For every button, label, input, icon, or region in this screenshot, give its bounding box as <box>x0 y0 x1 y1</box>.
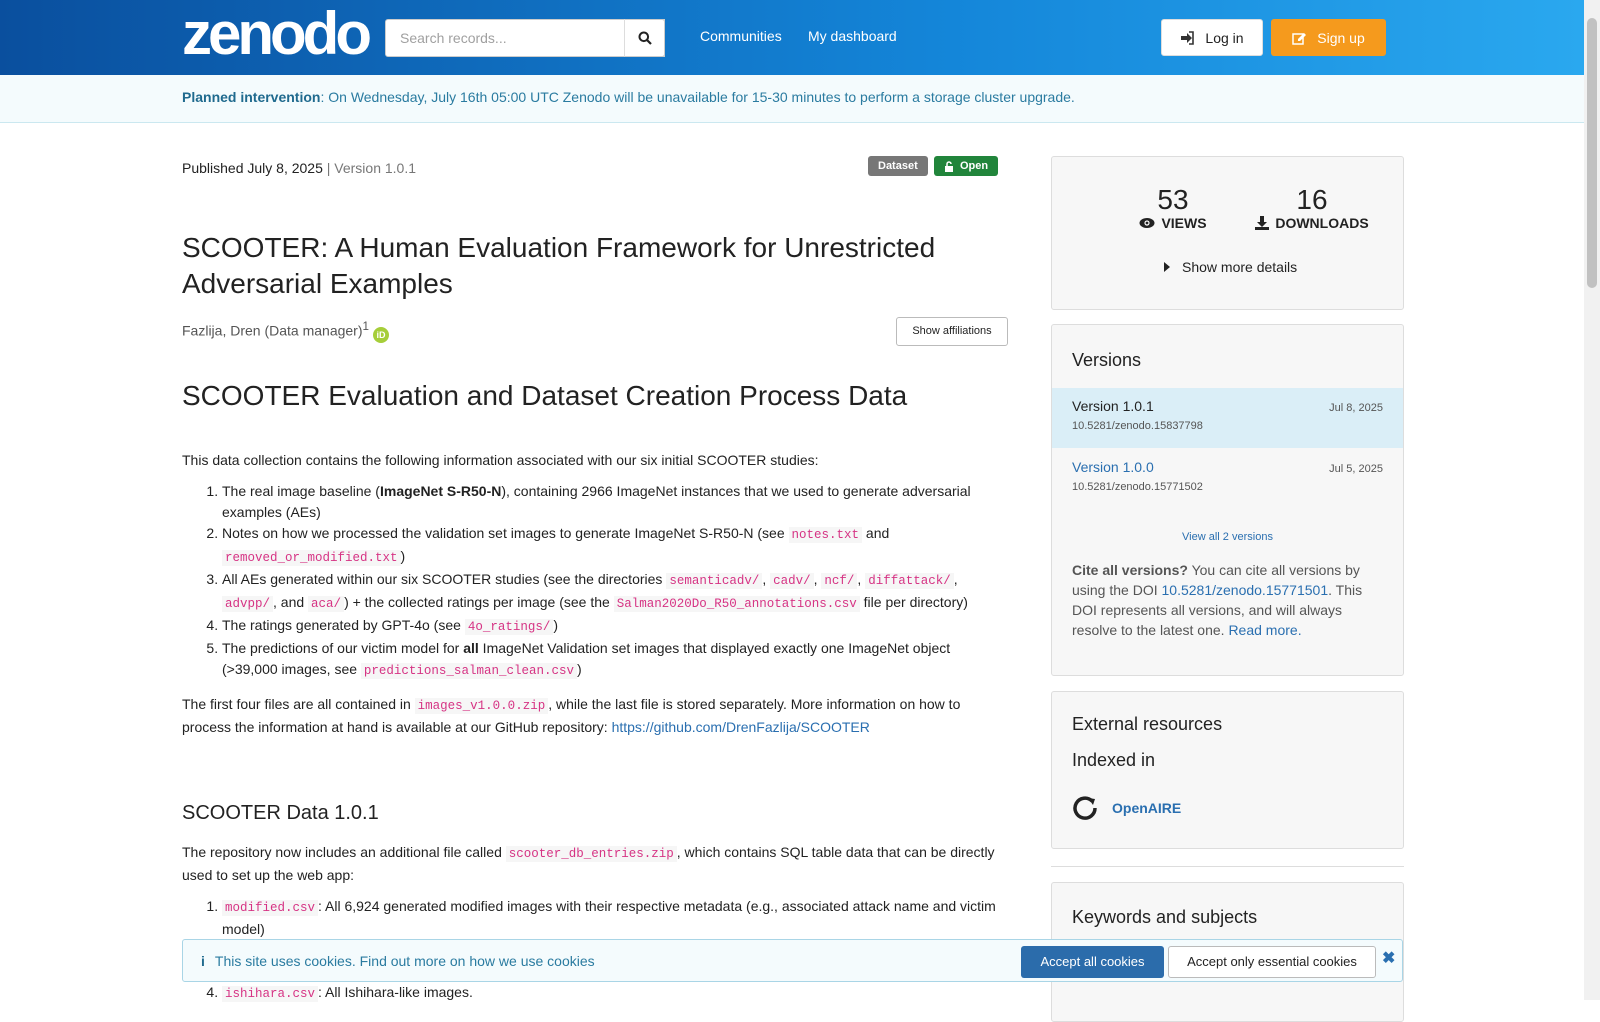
view-all-versions-link[interactable]: View all 2 versions <box>1052 531 1403 543</box>
info-icon: i <box>201 953 205 969</box>
list-item: Notes on how we processed the validation… <box>222 523 1007 569</box>
access-label: Open <box>960 160 989 172</box>
search-button[interactable] <box>624 19 665 57</box>
additional-file-paragraph: The repository now includes an additiona… <box>182 844 995 883</box>
list-item: All AEs generated within our six SCOOTER… <box>222 569 1007 615</box>
author[interactable]: Fazlija, Dren (Data manager)1 iD <box>182 320 389 343</box>
sidebar-divider <box>1051 866 1404 867</box>
unlock-icon <box>945 160 953 172</box>
cite-all-versions: Cite all versions? You can cite all vers… <box>1072 560 1387 640</box>
resource-type-badge[interactable]: Dataset <box>868 156 928 176</box>
list-item: ishihara.csv: All Ishihara-like images. <box>222 982 1007 1005</box>
sign-in-icon <box>1181 30 1195 45</box>
top-navbar: zenodo Search records... Communities My … <box>0 0 1584 75</box>
affiliation-number: 1 <box>362 320 369 333</box>
close-icon[interactable]: ✖ <box>1382 948 1395 968</box>
login-label: Log in <box>1205 29 1244 46</box>
scrollbar-thumb[interactable] <box>1587 18 1597 288</box>
github-link[interactable]: https://github.com/DrenFazlija/SCOOTER <box>612 719 870 735</box>
list-item: modified.csv: All 6,924 generated modifi… <box>222 896 1007 940</box>
description: This data collection contains the follow… <box>182 450 1007 738</box>
list-item: The predictions of our victim model for … <box>222 638 1007 682</box>
caret-right-icon <box>1164 262 1170 272</box>
version-doi: 10.5281/zenodo.15837798 <box>1072 420 1203 432</box>
accept-essential-cookies-button[interactable]: Accept only essential cookies <box>1168 946 1376 978</box>
zenodo-logo[interactable]: zenodo <box>182 4 372 64</box>
files-paragraph: The first four files are all contained i… <box>182 696 961 735</box>
login-button[interactable]: Log in <box>1161 19 1263 56</box>
downloads-count: 16 <box>1296 184 1328 215</box>
cookie-policy-link[interactable]: how we use cookies <box>469 953 594 969</box>
views-label: VIEWS <box>1161 215 1207 231</box>
search-icon <box>638 31 652 45</box>
cookie-banner: i This site uses cookies. Find out more o… <box>182 939 1403 982</box>
version-row-current[interactable]: Version 1.0.1 Jul 8, 2025 10.5281/zenodo… <box>1052 388 1403 448</box>
openaire-label: OpenAIRE <box>1112 800 1182 816</box>
cite-bold: Cite all versions? <box>1072 562 1188 578</box>
show-more-details[interactable]: Show more details <box>1164 259 1297 275</box>
subheading: SCOOTER Data 1.0.1 <box>182 802 379 824</box>
edit-icon <box>1292 32 1307 45</box>
read-more-link[interactable]: Read more. <box>1228 622 1301 638</box>
show-affiliations-button[interactable]: Show affiliations <box>896 317 1008 346</box>
banner-text: : On Wednesday, July 16th 05:00 UTC Zeno… <box>320 89 1075 105</box>
concept-doi-link[interactable]: 10.5281/zenodo.15771501 <box>1162 582 1329 598</box>
maintenance-banner: Planned intervention: On Wednesday, July… <box>0 75 1584 123</box>
downloads-label-row: DOWNLOADS <box>1242 215 1382 231</box>
cookie-text: i This site uses cookies. Find out more o… <box>201 953 595 969</box>
external-resources-title: External resources <box>1072 714 1223 734</box>
published-date: Published July 8, 2025 <box>182 160 323 176</box>
openaire-icon <box>1073 796 1097 820</box>
cookie-message: This site uses cookies. Find out more on <box>214 953 470 969</box>
banner-bold: Planned intervention <box>182 89 321 105</box>
downloads-stat: 16 DOWNLOADS <box>1242 185 1382 231</box>
version-label: | Version 1.0.1 <box>326 160 417 176</box>
eye-icon <box>1139 218 1155 228</box>
downloads-label: DOWNLOADS <box>1275 215 1369 231</box>
list-item: The real image baseline (ImageNet S-R50-… <box>222 481 1007 523</box>
version-doi: 10.5281/zenodo.15771502 <box>1072 481 1203 493</box>
version-date: Jul 8, 2025 <box>1329 402 1383 414</box>
description-part-2: The repository now includes an additiona… <box>182 842 1007 1015</box>
views-label-row: VIEWS <box>1108 215 1238 231</box>
nav-communities[interactable]: Communities <box>700 28 782 44</box>
views-stat: 53 VIEWS <box>1108 185 1238 231</box>
show-more-label: Show more details <box>1182 259 1298 275</box>
version-date: Jul 5, 2025 <box>1329 463 1383 475</box>
author-name[interactable]: Fazlija, Dren (Data manager) <box>182 323 363 339</box>
views-count: 53 <box>1157 184 1189 215</box>
list-item: The ratings generated by GPT-4o (see 4o_… <box>222 615 1007 638</box>
external-resources-card: External resources Indexed in OpenAIRE <box>1051 691 1404 849</box>
versions-card: Versions Version 1.0.1 Jul 8, 2025 10.52… <box>1051 324 1404 676</box>
accept-all-cookies-button[interactable]: Accept all cookies <box>1021 946 1164 978</box>
orcid-icon[interactable]: iD <box>373 326 389 343</box>
download-icon <box>1255 216 1270 230</box>
versions-title: Versions <box>1072 350 1142 370</box>
record-title: SCOOTER: A Human Evaluation Framework fo… <box>182 232 936 299</box>
nav-my-dashboard[interactable]: My dashboard <box>808 28 897 44</box>
stats-card: 53 VIEWS 16 DOWNLOADS Show more details <box>1051 156 1404 310</box>
signup-button[interactable]: Sign up <box>1271 19 1386 56</box>
openaire-link[interactable]: OpenAIRE <box>1072 795 1181 821</box>
description-heading: SCOOTER Evaluation and Dataset Creation … <box>182 380 908 411</box>
signup-label: Sign up <box>1317 29 1365 46</box>
search-input[interactable]: Search records... <box>385 19 665 57</box>
intro-text: This data collection contains the follow… <box>182 452 819 468</box>
version-row[interactable]: Version 1.0.0 Jul 5, 2025 10.5281/zenodo… <box>1052 449 1403 509</box>
indexed-in-title: Indexed in <box>1072 750 1156 770</box>
access-badge[interactable]: Open <box>934 156 999 176</box>
keywords-title: Keywords and subjects <box>1072 907 1258 927</box>
publication-info: Published July 8, 2025 | Version 1.0.1 <box>182 160 416 176</box>
contents-list: The real image baseline (ImageNet S-R50-… <box>182 481 1007 682</box>
